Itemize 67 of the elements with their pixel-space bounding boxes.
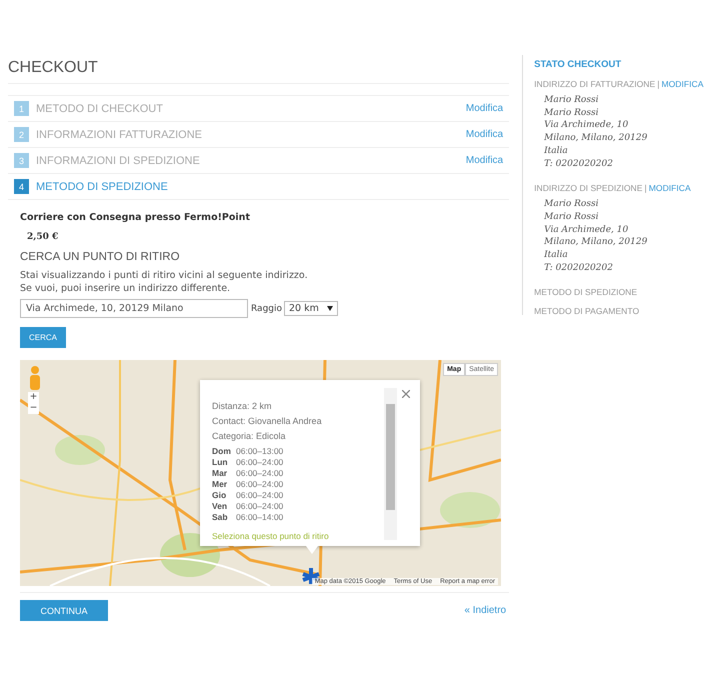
radius-label: Raggio	[251, 304, 282, 314]
step-number: 4	[14, 179, 29, 194]
opening-hours: 06:00–14:00	[236, 512, 284, 523]
address-line: T: 0202020202	[544, 262, 614, 274]
opening-hours: 06:00–24:00	[236, 479, 284, 490]
edit-link[interactable]: MODIFICA	[661, 79, 704, 89]
sidebar-heading: METODO DI SPEDIZIONE	[534, 287, 638, 298]
day-label: Mar	[212, 468, 228, 479]
address-line: Via Archimede, 10	[544, 224, 630, 236]
address-line: Italia	[544, 249, 569, 262]
address-line: Mario Rossi	[544, 106, 600, 120]
close-icon[interactable]	[402, 390, 410, 398]
page-title: CHECKOUT	[8, 55, 510, 84]
opening-hours: 06:00–24:00	[236, 490, 284, 501]
day-label: Sab	[212, 512, 229, 523]
continue-button[interactable]: CONTINUA	[20, 600, 108, 621]
address-line: Mario Rossi	[544, 198, 600, 211]
address-line: Via Archimede, 10	[544, 119, 630, 132]
day-label: Gio	[212, 490, 228, 501]
section-heading: CERCA UN PUNTO DI RITIRO	[20, 251, 181, 263]
carrier-name: Corriere con Consegna presso Fermo!Point	[20, 212, 251, 223]
shipping-price: 2,50 €	[27, 232, 60, 242]
info-text: Contact: Giovanella Andrea	[212, 416, 323, 426]
opening-hours: 06:00–24:00	[236, 468, 284, 479]
info-text: Distanza: 2 km	[212, 401, 273, 411]
back-link[interactable]: « Indietro	[464, 605, 506, 616]
radius-select[interactable]: 20 km	[284, 301, 338, 316]
select-point-link[interactable]: Seleziona questo punto di ritiro	[212, 531, 329, 541]
edit-link[interactable]: Modifica	[466, 103, 504, 114]
address-line: Mario Rossi	[544, 94, 600, 107]
sidebar-title: STATO CHECKOUT	[534, 59, 622, 70]
scrollbar[interactable]	[384, 388, 397, 540]
caret-icon	[327, 306, 334, 311]
step-title[interactable]: METODO DI SPEDIZIONE	[36, 180, 504, 192]
day-label: Lun	[212, 457, 229, 468]
day-label: Mer	[212, 479, 228, 490]
step-number: 1	[14, 101, 29, 116]
separator: |	[644, 183, 647, 194]
zoom-out-button[interactable]: −	[28, 403, 39, 414]
address-field[interactable]: Via Archimede, 10, 20129 Milano	[20, 299, 248, 318]
sidebar-heading: METODO DI PAGAMENTO	[534, 306, 640, 316]
edit-link[interactable]: Modifica	[466, 129, 504, 140]
search-button[interactable]: CERCA	[20, 327, 66, 348]
separator: |	[657, 79, 660, 89]
step-number: 2	[14, 127, 29, 142]
intro-text: Se vuoi, puoi inserire un indirizzo differente.	[20, 282, 232, 295]
address-line: T: 0202020202	[544, 158, 614, 170]
step-title[interactable]: INFORMAZIONI FATTURAZIONE	[36, 128, 466, 140]
address-line: Italia	[544, 144, 569, 158]
opening-hours: 06:00–24:00	[236, 501, 284, 512]
day-label: Ven	[212, 501, 228, 512]
info-text: Categoria: Edicola	[212, 431, 287, 441]
address-line: Milano, Milano, 20129	[544, 132, 648, 145]
address-line: Mario Rossi	[544, 210, 600, 224]
step-title[interactable]: METODO DI CHECKOUT	[36, 102, 466, 114]
step-title[interactable]: INFORMAZIONI DI SPEDIZIONE	[36, 154, 466, 166]
edit-link[interactable]: MODIFICA	[648, 183, 691, 194]
step-number: 3	[14, 153, 29, 168]
address-line: Milano, Milano, 20129	[544, 236, 648, 250]
day-label: Dom	[212, 446, 232, 457]
sidebar-heading: INDIRIZZO DI SPEDIZIONE	[534, 183, 642, 194]
intro-text: Stai visualizzando i punti di ritiro vicini al seguente indirizzo.	[20, 269, 309, 282]
sidebar-heading: INDIRIZZO DI FATTURAZIONE	[534, 79, 656, 89]
opening-hours: 06:00–13:00	[236, 446, 284, 457]
opening-hours: 06:00–24:00	[236, 457, 284, 468]
edit-link[interactable]: Modifica	[466, 155, 504, 166]
zoom-in-button[interactable]: +	[28, 392, 39, 403]
